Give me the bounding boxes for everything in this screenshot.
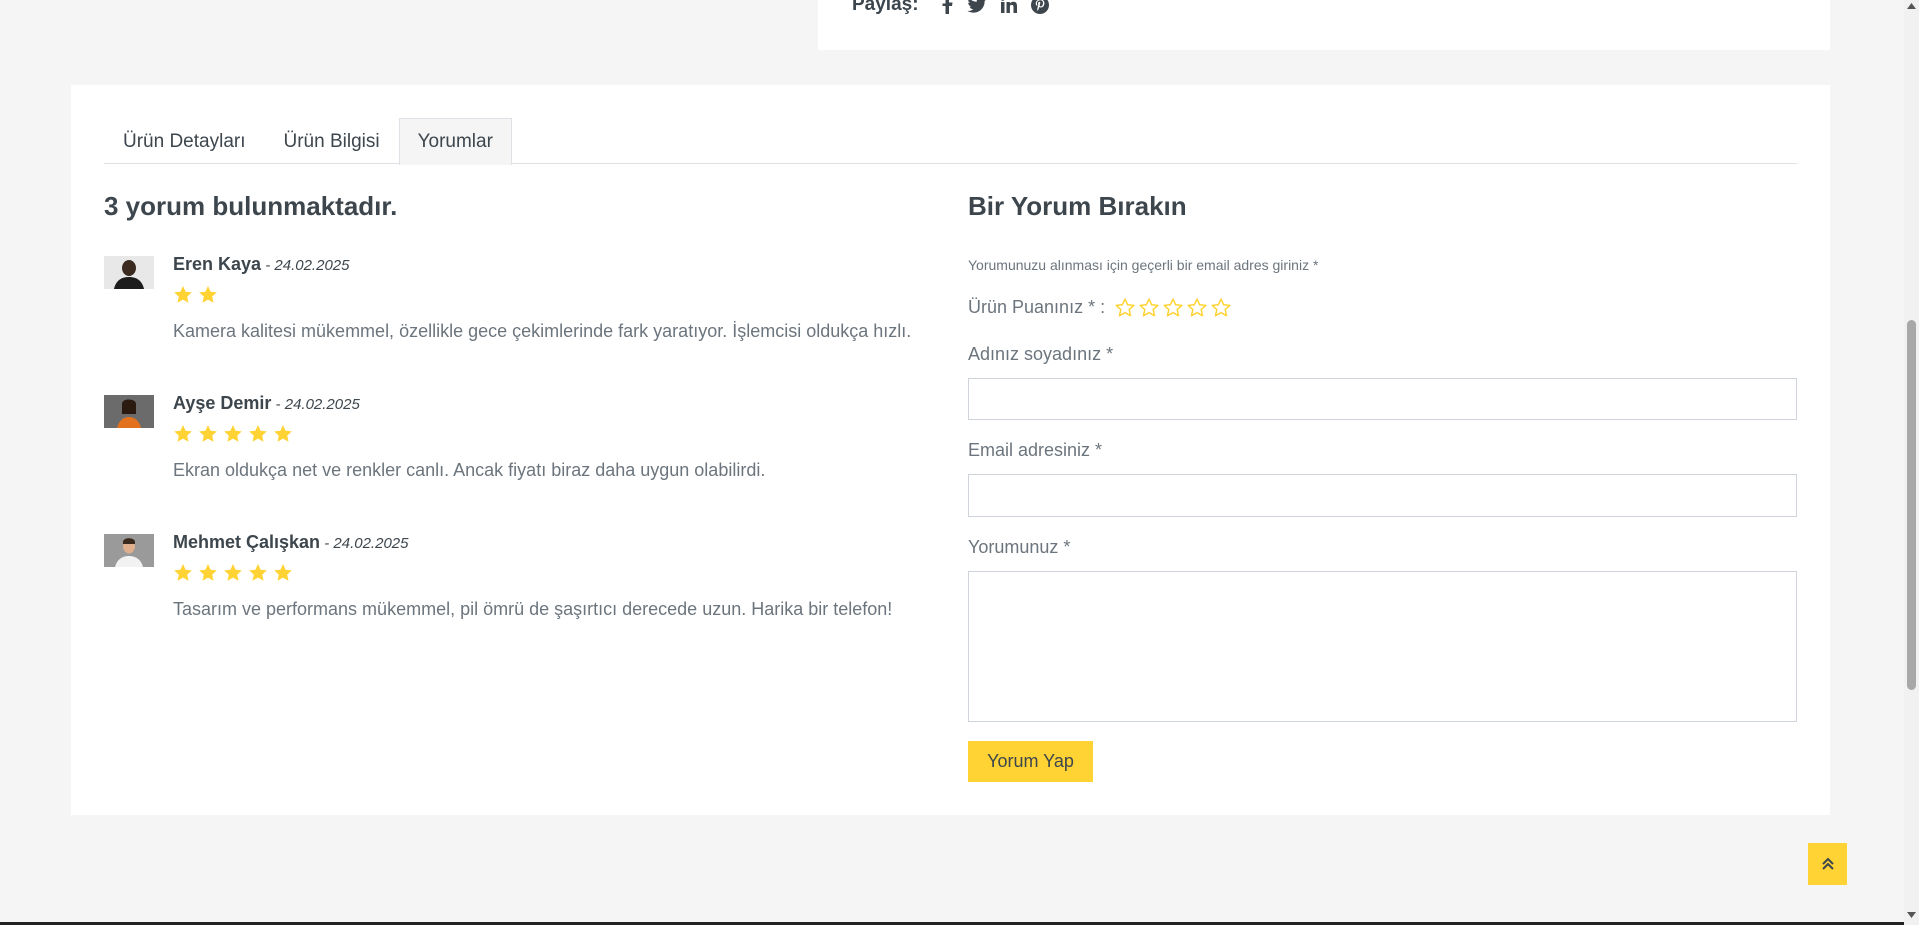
pinterest-icon[interactable] [1030, 0, 1049, 14]
scroll-down-arrow-icon[interactable] [1907, 912, 1916, 918]
star-filled-icon [249, 564, 267, 581]
rating-star-icon[interactable] [1211, 297, 1231, 318]
star-filled-icon [174, 286, 192, 303]
tab-bar: Ürün Detayları Ürün Bilgisi Yorumlar [104, 118, 1797, 165]
star-filled-icon [224, 425, 242, 442]
tab-product-details[interactable]: Ürün Detayları [104, 118, 265, 164]
tab-reviews[interactable]: Yorumlar [398, 118, 512, 165]
review-text: Kamera kalitesi mükemmel, özellikle gece… [173, 321, 912, 341]
rating-star-icon[interactable] [1139, 297, 1159, 318]
review-text: Tasarım ve performans mükemmel, pil ömrü… [173, 599, 893, 619]
review-stars [173, 424, 765, 444]
name-label: Adınız soyadınız * [968, 344, 1114, 364]
tab-product-info[interactable]: Ürün Bilgisi [265, 118, 399, 164]
star-filled-icon [224, 564, 242, 581]
rating-label: Ürün Puanınız * : [968, 297, 1106, 317]
comment-textarea[interactable] [968, 571, 1797, 722]
vertical-scrollbar[interactable] [1904, 0, 1919, 925]
rating-input: Ürün Puanınız * : [968, 297, 1231, 318]
share-row: Paylaş: [852, 0, 1049, 16]
share-card: Paylaş: [818, 0, 1830, 50]
submit-review-button[interactable]: Yorum Yap [968, 741, 1093, 782]
star-filled-icon [274, 425, 292, 442]
email-label: Email adresiniz * [968, 440, 1103, 460]
comment-label: Yorumunuz * [968, 537, 1071, 557]
scroll-up-arrow-icon[interactable] [1907, 3, 1916, 9]
email-field[interactable] [968, 474, 1797, 517]
reviewer-name: Eren Kaya [173, 254, 262, 274]
avatar [104, 256, 154, 289]
scroll-thumb[interactable] [1907, 320, 1916, 690]
rating-star-icon[interactable] [1115, 297, 1135, 318]
star-filled-icon [174, 425, 192, 442]
rating-star-group [1115, 297, 1231, 318]
reviewer-name: Mehmet Çalışkan [173, 532, 321, 552]
leave-review-heading: Bir Yorum Bırakın [968, 191, 1187, 221]
back-to-top-button[interactable] [1808, 843, 1847, 885]
linkedin-icon[interactable] [1000, 0, 1017, 13]
star-filled-icon [199, 564, 217, 581]
form-note: Yorumunuzu alınması için geçerli bir ema… [968, 257, 1319, 273]
reviewer-name: Ayşe Demir [173, 393, 272, 413]
product-tabs-card: Ürün Detayları Ürün Bilgisi Yorumlar 3 y… [71, 85, 1830, 815]
review-date: - 24.02.2025 [261, 257, 350, 274]
star-filled-icon [274, 564, 292, 581]
name-field[interactable] [968, 378, 1797, 420]
double-chevron-up-icon [1821, 857, 1834, 870]
review-text: Ekran oldukça net ve renkler canlı. Anca… [173, 460, 766, 480]
avatar [104, 534, 154, 567]
facebook-icon[interactable] [941, 0, 953, 14]
star-filled-icon [249, 425, 267, 442]
avatar [104, 395, 154, 428]
twitter-icon[interactable] [966, 0, 987, 13]
review-stars [173, 285, 911, 305]
rating-star-icon[interactable] [1187, 297, 1207, 318]
review-stars [173, 563, 892, 583]
review-date: - 24.02.2025 [271, 396, 360, 413]
star-filled-icon [199, 425, 217, 442]
star-filled-icon [174, 564, 192, 581]
share-label: Paylaş: [852, 0, 919, 15]
review-date: - 24.02.2025 [320, 535, 409, 552]
rating-star-icon[interactable] [1163, 297, 1183, 318]
reviews-count-heading: 3 yorum bulunmaktadır. [104, 191, 398, 221]
star-filled-icon [199, 286, 217, 303]
